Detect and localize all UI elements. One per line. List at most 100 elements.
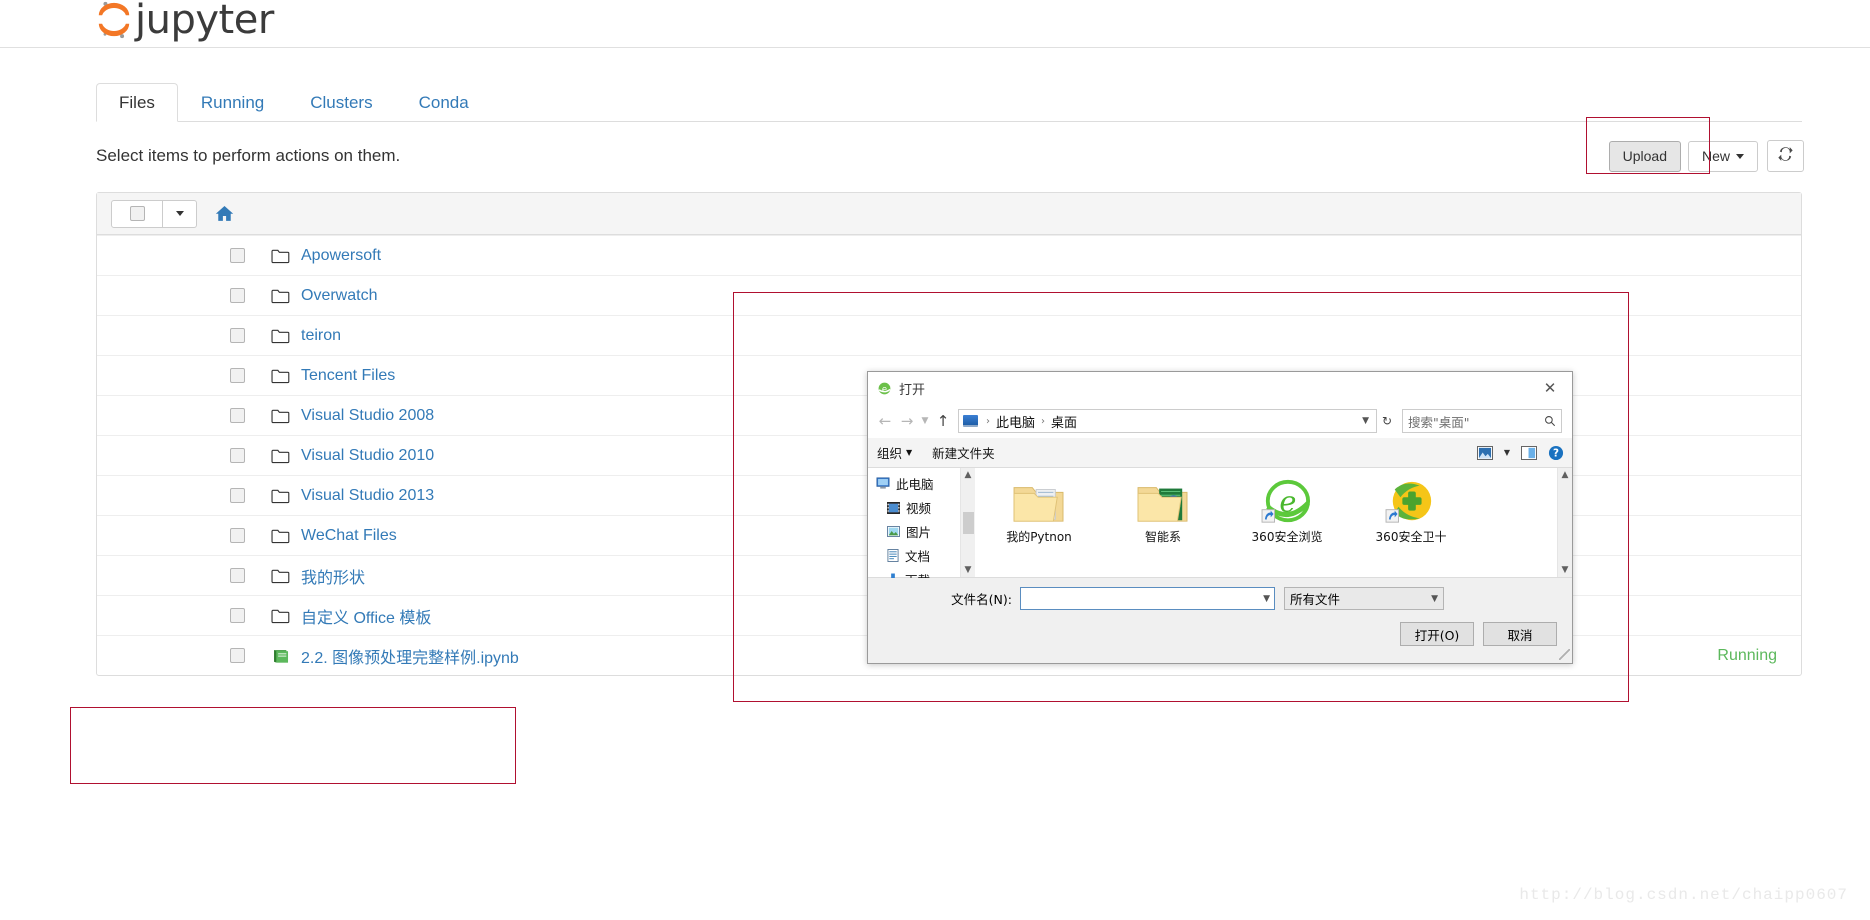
new-folder-button[interactable]: 新建文件夹 (932, 443, 995, 462)
refresh-circular-icon[interactable]: ↻ (1377, 414, 1397, 428)
page-subtitle: Select items to perform actions on them. (96, 146, 401, 165)
list-item[interactable]: e 360安全浏览 (1245, 478, 1329, 577)
arrow-left-icon[interactable]: ← (874, 412, 896, 430)
preview-pane-icon[interactable] (1521, 445, 1537, 460)
row-checkbox[interactable] (230, 528, 245, 543)
search-input[interactable]: 搜索"桌面" (1408, 412, 1544, 431)
computer-icon (876, 477, 890, 489)
open-file-dialog[interactable]: e 打开 ✕ ← → ▼ ↑ › 此电脑 › 桌面 ▼ ↻ 搜索"桌面" 组织 … (867, 371, 1573, 664)
breadcrumb-item-1[interactable]: 桌面 (1051, 412, 1077, 431)
folder-icon (271, 608, 291, 624)
row-checkbox[interactable] (230, 568, 245, 583)
row-checkbox[interactable] (230, 648, 245, 663)
tab-files[interactable]: Files (96, 83, 178, 122)
new-button[interactable]: New (1687, 140, 1758, 172)
row-checkbox[interactable] (230, 408, 245, 423)
view-layout-icon[interactable] (1476, 445, 1493, 460)
folder-icon (271, 488, 291, 504)
file-grid-scrollbar[interactable]: ▲ ▼ (1557, 468, 1572, 577)
row-checkbox[interactable] (230, 328, 245, 343)
resize-grip[interactable] (1559, 649, 1570, 660)
file-name[interactable]: Tencent Files (301, 367, 395, 385)
file-name[interactable]: WeChat Files (301, 527, 397, 545)
file-name[interactable]: 2.2. 图像预处理完整样例.ipynb (301, 644, 519, 668)
breadcrumb-home[interactable] (215, 205, 234, 222)
refresh-button[interactable] (1767, 140, 1804, 172)
sidebar-item-computer[interactable]: 此电脑 (876, 474, 960, 493)
chevron-down-icon[interactable]: ▼ (1562, 565, 1569, 575)
select-all-checkbox-wrap[interactable] (111, 199, 163, 228)
nav-tabs: Files Running Clusters Conda (96, 83, 1802, 122)
jupyter-logo-text: jupyter (135, 0, 274, 43)
sidebar-label: 文档 (905, 549, 931, 564)
table-row[interactable]: Overwatch (97, 275, 1801, 315)
row-checkbox[interactable] (230, 248, 245, 263)
list-item[interactable]: 智能系 (1121, 478, 1205, 577)
scrollbar-thumb[interactable] (962, 511, 974, 534)
address-bar[interactable]: › 此电脑 › 桌面 ▼ (958, 409, 1377, 433)
row-checkbox[interactable] (230, 608, 245, 623)
sidebar-item-videos[interactable]: 视频 (876, 498, 960, 517)
help-circle-icon[interactable]: ? (1548, 445, 1564, 461)
open-button[interactable]: 打开(O) (1400, 622, 1474, 646)
jupyter-logo[interactable]: jupyter (95, 0, 274, 42)
list-item[interactable]: 我的Pytnon (997, 478, 1081, 577)
tab-running[interactable]: Running (178, 83, 287, 122)
item-label: 360安全浏览 (1251, 530, 1323, 544)
organize-label: 组织 (877, 446, 903, 461)
table-row[interactable]: teiron (97, 315, 1801, 355)
folder-icon (271, 368, 291, 384)
folder-icon (271, 408, 291, 424)
row-checkbox[interactable] (230, 488, 245, 503)
row-checkbox[interactable] (230, 288, 245, 303)
select-all-group (111, 199, 197, 228)
search-box[interactable]: 搜索"桌面" (1402, 409, 1562, 433)
row-checkbox[interactable] (230, 368, 245, 383)
chevron-up-icon[interactable]: ▲ (1562, 470, 1569, 480)
chevron-down-icon[interactable]: ▼ (965, 565, 972, 575)
arrow-up-icon[interactable]: ↑ (932, 412, 954, 430)
chevron-up-icon[interactable]: ▲ (965, 470, 972, 480)
filename-input[interactable]: ▼ (1020, 587, 1275, 610)
chevron-down-icon[interactable]: ▼ (1362, 416, 1372, 426)
organize-button[interactable]: 组织 ▼ (877, 443, 912, 462)
jupyter-logo-icon (98, 1, 130, 39)
file-name[interactable]: teiron (301, 327, 341, 345)
close-icon[interactable]: ✕ (1528, 372, 1572, 404)
breadcrumb-item-0[interactable]: 此电脑 (996, 412, 1035, 431)
arrow-right-icon[interactable]: → (896, 412, 918, 430)
select-all-checkbox[interactable] (129, 206, 145, 221)
file-name[interactable]: Apowersoft (301, 247, 381, 265)
sidebar-item-pictures[interactable]: 图片 (876, 522, 960, 541)
upload-button[interactable]: Upload (1608, 140, 1681, 172)
file-name[interactable]: Overwatch (301, 287, 377, 305)
home-icon (215, 205, 234, 221)
folder-icon (271, 328, 291, 344)
file-list-header (97, 193, 1801, 235)
filetype-select[interactable]: 所有文件 ▼ (1284, 587, 1444, 610)
file-name[interactable]: 自定义 Office 模板 (301, 604, 431, 628)
table-row[interactable]: Apowersoft (97, 235, 1801, 275)
dialog-titlebar: e 打开 ✕ (868, 372, 1572, 404)
folder-green-icon (1137, 487, 1188, 522)
row-checkbox[interactable] (230, 448, 245, 463)
file-name[interactable]: Visual Studio 2010 (301, 447, 434, 465)
chevron-down-icon[interactable]: ▼ (1263, 594, 1270, 604)
chevron-down-icon (175, 211, 184, 216)
select-dropdown-button[interactable] (163, 199, 197, 228)
sidebar-scrollbar[interactable]: ▲ ▼ (960, 468, 975, 577)
svg-text:?: ? (1553, 447, 1559, 459)
tab-conda[interactable]: Conda (396, 83, 492, 122)
sidebar-item-documents[interactable]: 文档 (876, 546, 960, 565)
breadcrumb-separator: › (986, 415, 990, 427)
tab-clusters[interactable]: Clusters (287, 83, 395, 122)
list-item[interactable]: 360安全卫十 (1369, 478, 1453, 577)
file-name[interactable]: 我的形状 (301, 564, 365, 588)
file-name[interactable]: Visual Studio 2008 (301, 407, 434, 425)
cancel-button[interactable]: 取消 (1483, 622, 1557, 646)
folder-icon (271, 528, 291, 544)
file-name[interactable]: Visual Studio 2013 (301, 487, 434, 505)
folder-icon (271, 288, 291, 304)
chevron-down-icon[interactable]: ▼ (1504, 448, 1510, 457)
chevron-down-icon[interactable]: ▼ (918, 416, 932, 426)
